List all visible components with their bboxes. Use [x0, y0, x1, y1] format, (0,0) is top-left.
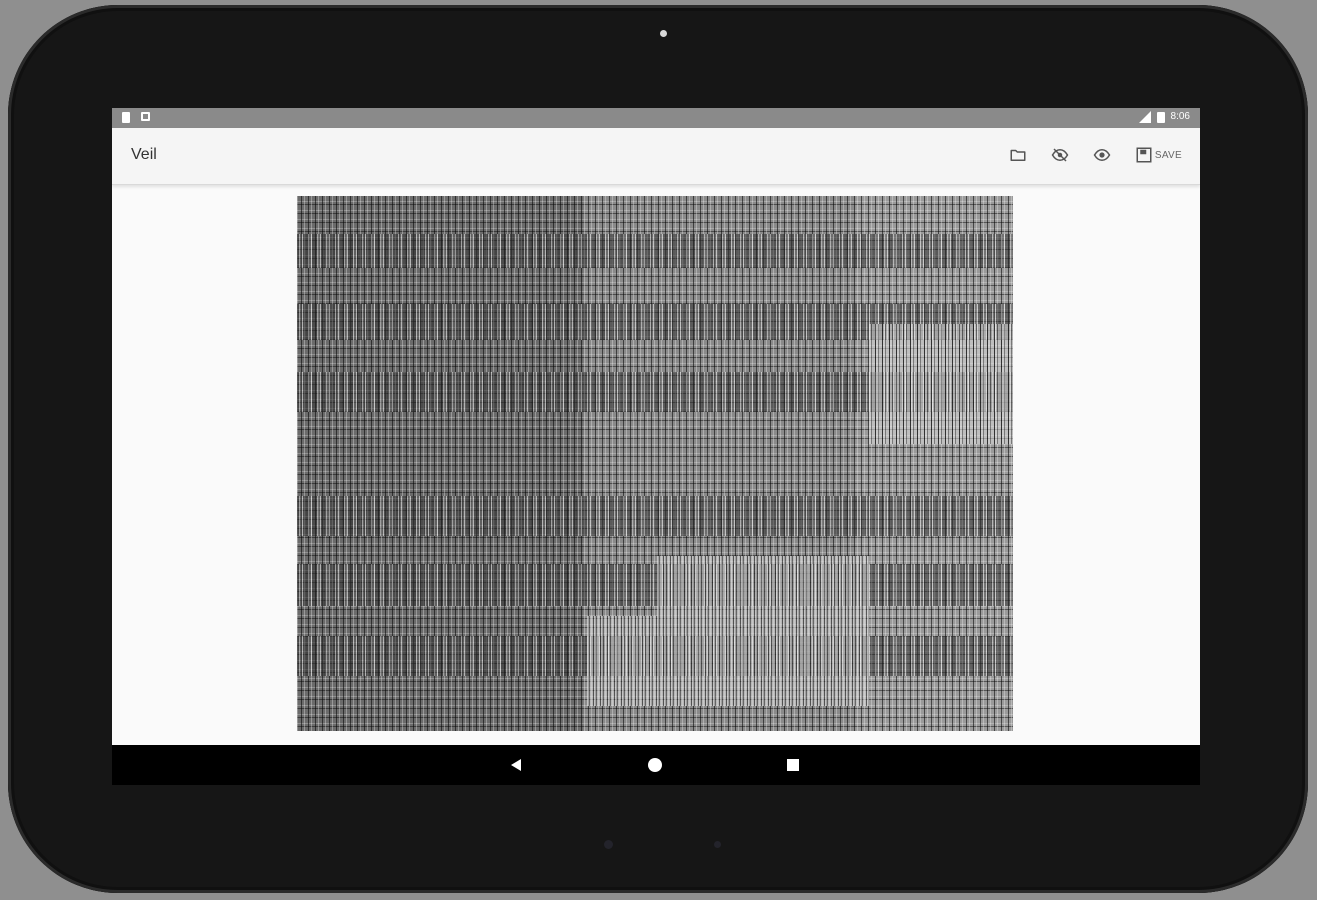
image-bright-block: [587, 616, 869, 706]
eye-icon: [1093, 148, 1111, 162]
device-screen: 8:06 Veil SAVE: [112, 108, 1200, 785]
front-camera: [660, 30, 667, 37]
app-title: Veil: [131, 146, 157, 163]
notification-icon: [141, 112, 150, 121]
sd-card-icon: [122, 112, 130, 123]
save-button[interactable]: SAVE: [1134, 144, 1182, 166]
back-icon[interactable]: [509, 757, 525, 773]
content-area: [112, 185, 1200, 745]
home-icon[interactable]: [647, 757, 663, 773]
save-label: SAVE: [1154, 149, 1182, 161]
folder-icon: [1010, 149, 1026, 161]
image-noise-band: [297, 564, 1013, 606]
image-bright-block: [869, 324, 1013, 444]
sensor-dot: [714, 841, 721, 848]
sensor-dot: [604, 840, 613, 849]
show-button[interactable]: [1092, 144, 1112, 166]
image-bright-block: [657, 556, 869, 616]
app-toolbar: Veil SAVE: [112, 128, 1200, 185]
image-noise-band: [297, 496, 1013, 536]
battery-icon: [1156, 111, 1165, 123]
save-icon: [1136, 147, 1152, 163]
status-time: 8:06: [1170, 111, 1190, 122]
open-folder-button[interactable]: [1008, 144, 1028, 166]
system-nav-bar: [112, 745, 1200, 785]
eye-off-icon: [1051, 148, 1069, 162]
signal-icon: [1138, 111, 1151, 123]
recents-icon[interactable]: [785, 757, 801, 773]
toolbar-actions: SAVE: [1008, 144, 1182, 166]
image-noise-band: [297, 234, 1013, 268]
hide-button[interactable]: [1050, 144, 1070, 166]
veiled-image[interactable]: [297, 196, 1013, 731]
status-bar: 8:06: [112, 108, 1200, 128]
